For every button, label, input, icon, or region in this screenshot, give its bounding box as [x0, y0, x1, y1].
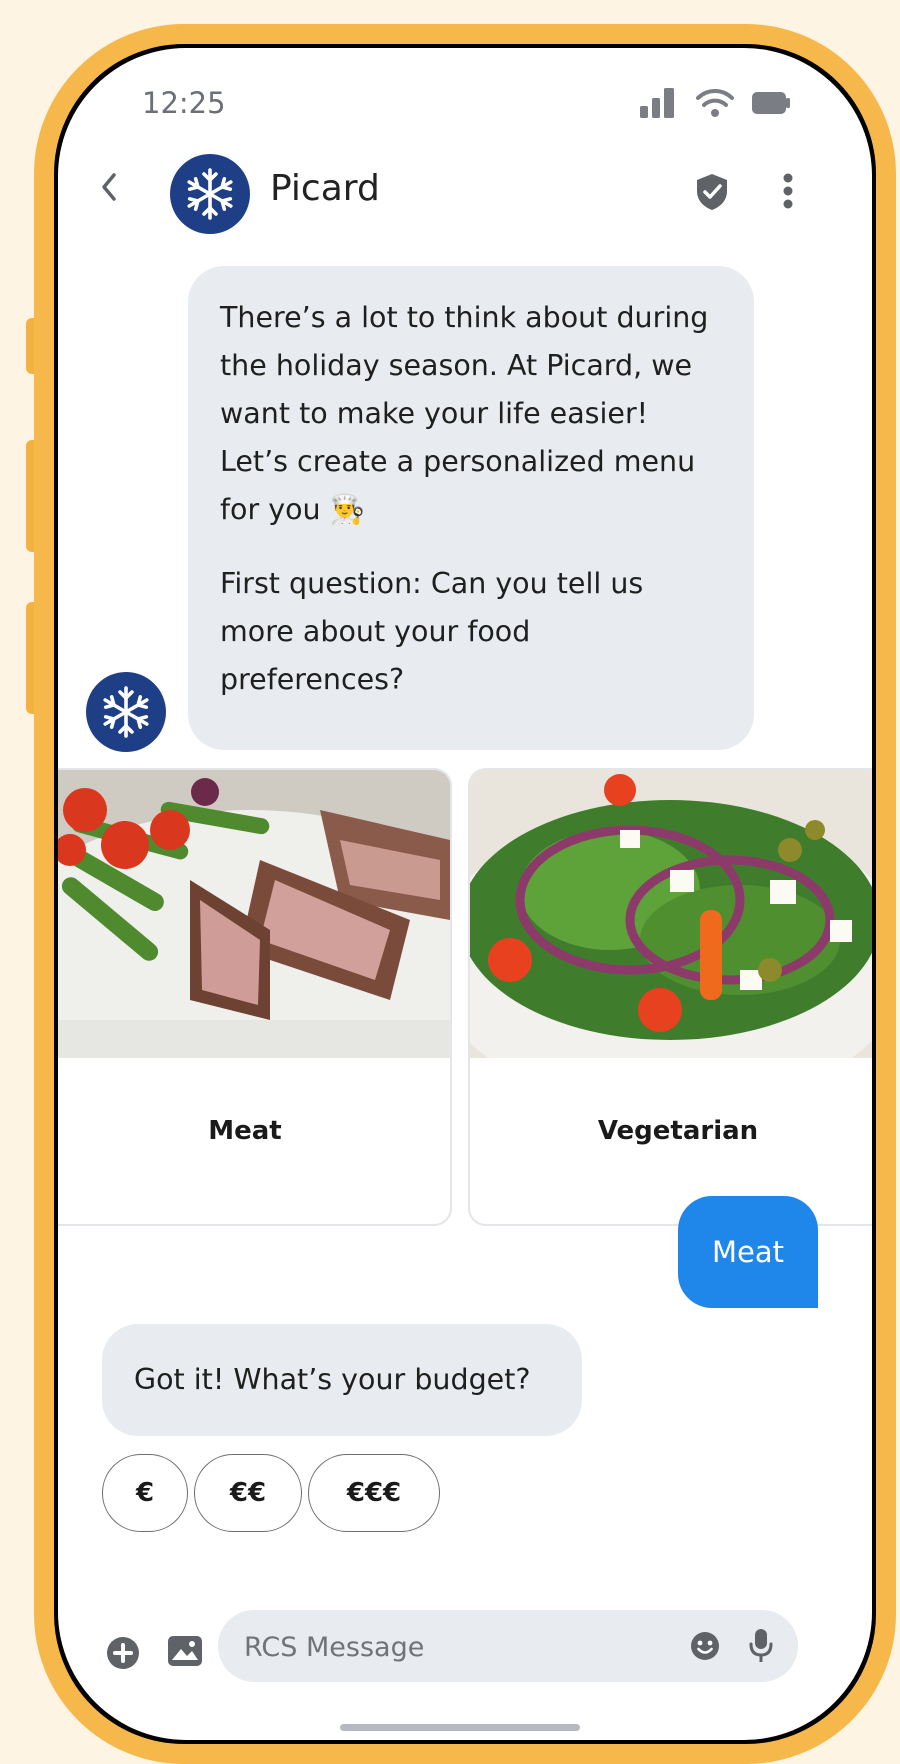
suggestion-chip-high[interactable]: €€€ — [308, 1454, 440, 1532]
attach-button[interactable] — [106, 1636, 140, 1674]
suggestion-chip-medium[interactable]: €€ — [194, 1454, 302, 1532]
grilled-meat-plate-image — [58, 770, 450, 1058]
phone-screen: 12:25 Picard There’s a lot to think abou… — [58, 48, 872, 1740]
home-indicator[interactable] — [340, 1724, 580, 1731]
more-vert-icon — [783, 173, 793, 209]
signal-icon — [640, 88, 674, 118]
card-label: Meat — [208, 1116, 282, 1146]
emoji-icon — [691, 1632, 719, 1660]
add-circle-icon — [107, 1637, 139, 1669]
emoji-button[interactable] — [690, 1631, 720, 1665]
snowflake-icon — [187, 168, 233, 220]
voice-button[interactable] — [748, 1628, 774, 1668]
status-icons — [640, 88, 792, 118]
message-text: There’s a lot to think about during the … — [220, 301, 709, 526]
salad-bowl-image — [470, 770, 872, 1058]
message-input[interactable] — [242, 1610, 666, 1684]
image-icon — [168, 1636, 202, 1666]
microphone-icon — [749, 1629, 773, 1662]
phone-frame: 12:25 Picard There’s a lot to think abou… — [34, 24, 896, 1764]
contact-avatar[interactable] — [170, 154, 250, 234]
more-options-button[interactable] — [782, 172, 794, 214]
card-carousel: Meat Vegetarian — [58, 768, 872, 1228]
message-composer — [218, 1610, 798, 1684]
gallery-button[interactable] — [168, 1636, 202, 1670]
bot-message-budget: Got it! What’s your budget? — [102, 1324, 582, 1436]
card-meat[interactable]: Meat — [58, 768, 452, 1226]
contact-name[interactable]: Picard — [270, 168, 380, 209]
verified-shield-icon — [697, 174, 727, 210]
verified-shield-button[interactable] — [694, 172, 730, 216]
snowflake-icon — [103, 686, 149, 738]
message-text: First question: Can you tell us more abo… — [220, 567, 644, 696]
status-time: 12:25 — [142, 86, 226, 120]
bot-message-intro: There’s a lot to think about during the … — [188, 266, 754, 750]
card-vegetarian[interactable]: Vegetarian — [468, 768, 872, 1226]
back-button[interactable] — [98, 170, 120, 210]
message-text: Got it! What’s your budget? — [134, 1363, 531, 1396]
bot-avatar — [86, 672, 166, 752]
user-message: Meat — [678, 1196, 818, 1308]
wifi-icon — [696, 88, 734, 117]
battery-icon — [752, 92, 790, 114]
chevron-left-icon — [102, 173, 116, 201]
card-label: Vegetarian — [597, 1116, 759, 1146]
suggestion-chip-low[interactable]: € — [102, 1454, 188, 1532]
